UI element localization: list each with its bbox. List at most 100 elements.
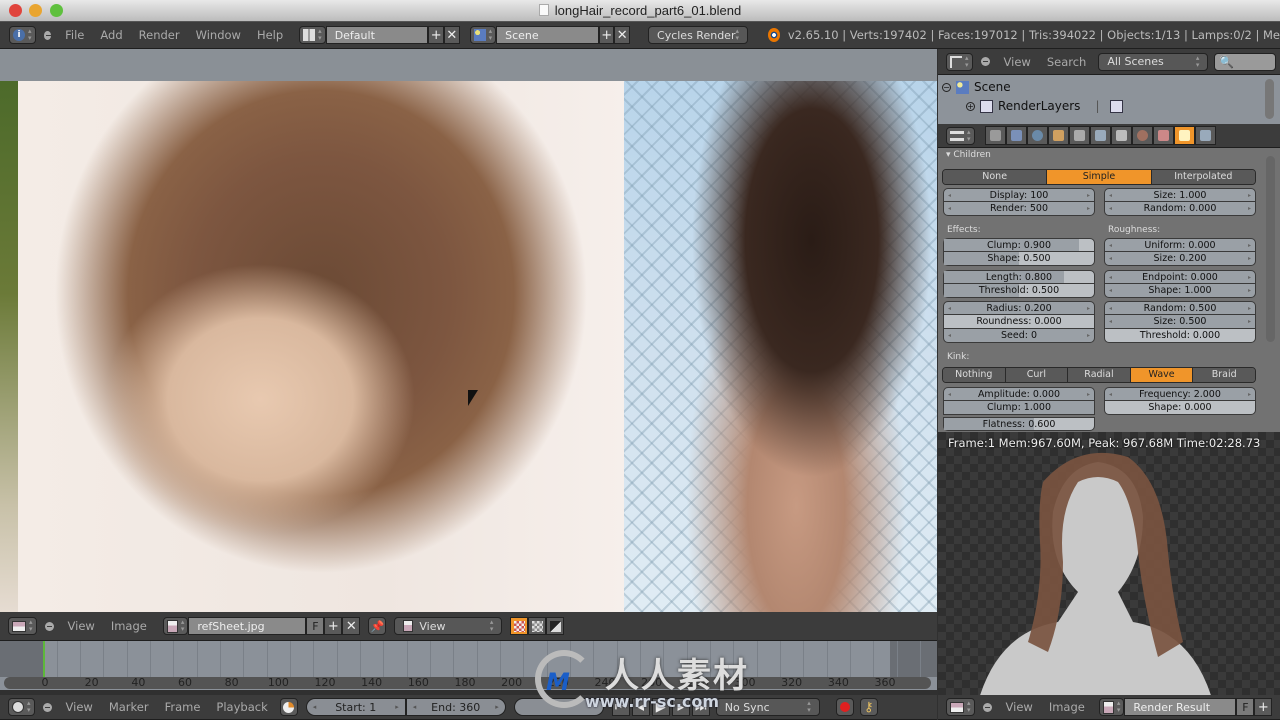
kink-shape-slider[interactable]: Shape: 0.000: [1104, 401, 1256, 415]
kink-mode-braid[interactable]: Braid: [1193, 368, 1255, 382]
editor-type-timeline-button[interactable]: ▴ ▾: [8, 698, 35, 716]
radius-field[interactable]: ◂ Radius: 0.200 ▸: [943, 301, 1095, 315]
screen-layout-selector[interactable]: ▴ ▾: [299, 26, 326, 44]
children-mode-simple[interactable]: Simple: [1047, 170, 1152, 184]
roughness-shape-field[interactable]: ◂ Shape: 1.000 ▸: [1104, 284, 1256, 298]
menu-view[interactable]: View: [66, 700, 93, 714]
length-slider[interactable]: Length: 0.800: [943, 270, 1095, 284]
editor-type-properties-button[interactable]: ▴ ▾: [946, 126, 975, 145]
image-name-field[interactable]: refSheet.jpg: [188, 617, 307, 635]
menu-help[interactable]: Help: [257, 28, 283, 42]
properties-scrollbar[interactable]: [1266, 156, 1275, 342]
outliner-scrollbar[interactable]: [1265, 79, 1274, 119]
endpoint-field[interactable]: ◂ Endpoint: 0.000 ▸: [1104, 270, 1256, 284]
menu-view[interactable]: View: [1004, 55, 1031, 69]
kink-clump-slider[interactable]: Clump: 1.000: [943, 401, 1095, 415]
collapse-menu-icon[interactable]: [980, 57, 990, 66]
collapse-menu-icon[interactable]: [43, 30, 52, 40]
collapse-menu-icon[interactable]: [44, 621, 54, 631]
expand-toggle-icon[interactable]: +: [966, 101, 975, 111]
tab-render[interactable]: [984, 126, 1006, 145]
view-mode-dropdown[interactable]: View ▴ ▾: [394, 617, 503, 635]
menu-view[interactable]: View: [1006, 700, 1033, 714]
current-frame-field[interactable]: [513, 698, 604, 716]
draw-alpha-button[interactable]: [510, 617, 529, 635]
kink-mode-nothing[interactable]: Nothing: [943, 368, 1006, 382]
child-random-field[interactable]: ◂ Random: 0.000 ▸: [1104, 202, 1256, 216]
display-mode-dropdown[interactable]: All Scenes ▴ ▾: [1098, 52, 1209, 71]
outliner-search-input[interactable]: 🔍: [1214, 52, 1277, 71]
scene-name[interactable]: Scene: [496, 26, 599, 44]
collapse-menu-icon[interactable]: [42, 702, 52, 712]
render-image-name[interactable]: Render Result: [1124, 698, 1237, 716]
tab-object[interactable]: [1047, 126, 1069, 145]
collapse-toggle-icon[interactable]: −: [942, 82, 951, 92]
render-result-canvas[interactable]: Frame:1 Mem:967.60M, Peak: 967.68M Time:…: [938, 432, 1280, 695]
fake-user-button[interactable]: F: [1236, 698, 1255, 716]
tab-particles[interactable]: [1173, 126, 1195, 145]
collapse-menu-icon[interactable]: [982, 702, 992, 712]
auto-keying-button[interactable]: [835, 698, 854, 716]
shape-slider[interactable]: Shape: 0.500: [943, 252, 1095, 266]
menu-image[interactable]: Image: [1049, 700, 1085, 714]
delete-screen-button[interactable]: ✕: [444, 26, 460, 44]
menu-image[interactable]: Image: [111, 619, 147, 633]
threshold-slider[interactable]: Threshold: 0.500: [943, 284, 1095, 298]
menu-render[interactable]: Render: [139, 28, 180, 42]
children-mode-none[interactable]: None: [943, 170, 1048, 184]
screen-layout-name[interactable]: Default: [325, 26, 429, 44]
children-mode-interpolated[interactable]: Interpolated: [1151, 170, 1255, 184]
new-image-button[interactable]: +: [1254, 698, 1273, 716]
frequency-field[interactable]: ◂ Frequency: 2.000 ▸: [1104, 387, 1256, 401]
jump-start-button[interactable]: ⏮: [611, 698, 630, 716]
tab-world[interactable]: [1026, 126, 1048, 145]
current-frame-indicator[interactable]: [43, 641, 45, 677]
render-engine-dropdown[interactable]: Cycles Render ▴ ▾: [648, 26, 748, 44]
tab-modifiers[interactable]: [1089, 126, 1111, 145]
menu-marker[interactable]: Marker: [109, 700, 149, 714]
delete-scene-button[interactable]: ✕: [614, 26, 631, 44]
menu-window[interactable]: Window: [196, 28, 241, 42]
alpha-only-button[interactable]: [528, 617, 547, 635]
prev-keyframe-button[interactable]: ◂: [631, 698, 650, 716]
play-button[interactable]: ▶: [651, 698, 670, 716]
outliner-row-renderlayers[interactable]: + RenderLayers |: [966, 99, 1124, 113]
fake-user-button[interactable]: F: [306, 617, 325, 635]
add-scene-button[interactable]: +: [598, 26, 615, 44]
keying-set-button[interactable]: ⚷: [859, 698, 878, 716]
uniform-field[interactable]: ◂ Uniform: 0.000 ▸: [1104, 238, 1256, 252]
end-frame-field[interactable]: ◂ End: 360 ▸: [405, 698, 506, 716]
unlink-image-button[interactable]: ✕: [342, 617, 361, 635]
next-keyframe-button[interactable]: ▸: [671, 698, 690, 716]
flatness-slider[interactable]: Flatness: 0.600: [943, 417, 1095, 431]
image-browse-button[interactable]: ▴ ▾: [162, 617, 189, 635]
outliner-row-scene[interactable]: − Scene: [942, 80, 1011, 94]
kink-mode-radial[interactable]: Radial: [1068, 368, 1131, 382]
menu-playback[interactable]: Playback: [216, 700, 267, 714]
z-buffer-button[interactable]: [546, 617, 565, 635]
image-editor-canvas[interactable]: [0, 81, 937, 612]
display-count-field[interactable]: ◂ Display: 100 ▸: [943, 188, 1095, 202]
timeline-area[interactable]: 0 20 40 60 80 100 120 140 160 180 200 220 240 260 280 3…: [0, 641, 937, 690]
kink-mode-curl[interactable]: Curl: [1005, 368, 1069, 382]
menu-search[interactable]: Search: [1047, 55, 1087, 69]
menu-file[interactable]: File: [65, 28, 84, 42]
editor-type-info-button[interactable]: i ▴ ▾: [9, 26, 36, 44]
roundness-slider[interactable]: Roundness: 0.000: [943, 315, 1095, 329]
roughness-size-field[interactable]: ◂ Size: 0.200 ▸: [1104, 252, 1256, 266]
jump-end-button[interactable]: ⏭: [691, 698, 710, 716]
preview-range-button[interactable]: [279, 698, 298, 716]
render-count-field[interactable]: ◂ Render: 500 ▸: [943, 202, 1095, 216]
clump-slider[interactable]: Clump: 0.900: [943, 238, 1095, 252]
new-image-button[interactable]: +: [324, 617, 343, 635]
tab-constraints[interactable]: [1068, 126, 1090, 145]
sync-mode-dropdown[interactable]: No Sync ▴ ▾: [715, 698, 820, 716]
tab-data[interactable]: [1110, 126, 1132, 145]
pin-button[interactable]: 📌: [368, 617, 387, 635]
roughness-size2-field[interactable]: ◂ Size: 0.500 ▸: [1104, 315, 1256, 329]
add-screen-button[interactable]: +: [428, 26, 445, 44]
child-size-field[interactable]: ◂ Size: 1.000 ▸: [1104, 188, 1256, 202]
tab-texture[interactable]: [1152, 126, 1174, 145]
tab-material[interactable]: [1131, 126, 1153, 145]
roughness-threshold-slider[interactable]: Threshold: 0.000: [1104, 329, 1256, 343]
